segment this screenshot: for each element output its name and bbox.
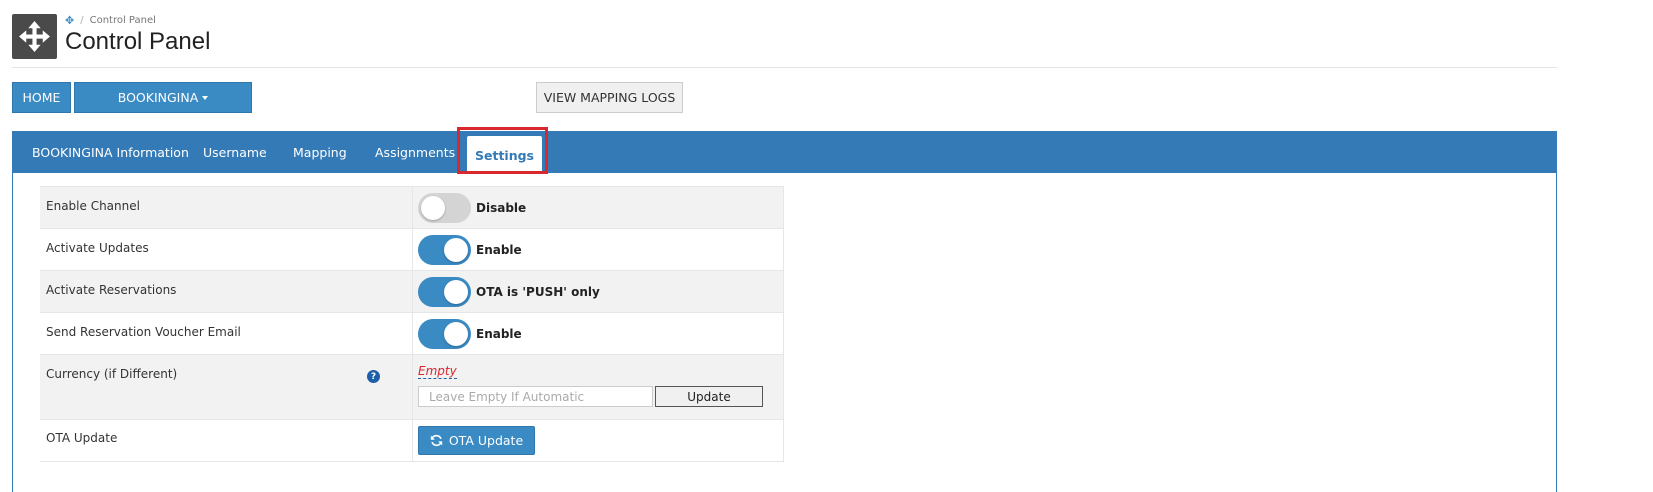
row-divider bbox=[412, 229, 413, 270]
channel-dropdown-label: BOOKINGINA bbox=[117, 90, 199, 105]
tab-settings[interactable]: Settings bbox=[467, 136, 542, 174]
move-arrows-small-icon[interactable]: ✥ bbox=[65, 14, 74, 27]
row-divider bbox=[412, 313, 413, 354]
toggle-knob bbox=[421, 196, 445, 220]
breadcrumb-current: Control Panel bbox=[89, 15, 156, 26]
tab-assignments-label: Assignments bbox=[375, 145, 456, 160]
toggle-knob bbox=[444, 322, 468, 346]
view-mapping-logs-button[interactable]: VIEW MAPPING LOGS bbox=[536, 82, 683, 113]
header-divider bbox=[12, 67, 1557, 68]
tab-settings-label: Settings bbox=[474, 147, 534, 163]
ota-update-label: OTA Update bbox=[448, 433, 524, 448]
move-arrows-icon bbox=[12, 14, 57, 59]
setting-row-currency: Currency (if Different) ? Empty Update bbox=[40, 354, 784, 419]
setting-row-send-voucher: Send Reservation Voucher Email Enable bbox=[40, 312, 784, 354]
currency-update-label: Update bbox=[687, 389, 731, 404]
toggle-knob bbox=[444, 238, 468, 262]
row-divider bbox=[412, 420, 413, 462]
tab-username[interactable]: Username bbox=[203, 132, 267, 173]
toggle-state-label: OTA is 'PUSH' only bbox=[476, 285, 600, 299]
row-divider bbox=[412, 187, 413, 228]
tab-mapping-label: Mapping bbox=[293, 145, 347, 160]
currency-update-button[interactable]: Update bbox=[655, 386, 763, 407]
setting-row-activate-updates: Activate Updates Enable bbox=[40, 228, 784, 270]
tab-mapping[interactable]: Mapping bbox=[293, 132, 347, 173]
setting-label: Currency (if Different) bbox=[46, 367, 178, 381]
setting-row-activate-reservations: Activate Reservations OTA is 'PUSH' only bbox=[40, 270, 784, 312]
row-divider bbox=[412, 355, 413, 419]
currency-input[interactable] bbox=[418, 386, 653, 407]
setting-label: Send Reservation Voucher Email bbox=[46, 325, 241, 339]
home-button[interactable]: HOME bbox=[12, 82, 71, 113]
ota-update-button[interactable]: OTA Update bbox=[418, 426, 535, 455]
caret-down-icon bbox=[202, 95, 209, 100]
tab-bar: BOOKINGINA Information Username Mapping … bbox=[13, 132, 1556, 174]
setting-label: Activate Updates bbox=[46, 241, 149, 255]
tab-username-label: Username bbox=[203, 145, 267, 160]
row-divider bbox=[412, 271, 413, 312]
refresh-icon bbox=[430, 434, 443, 447]
breadcrumb-separator: / bbox=[80, 15, 84, 26]
tab-information-label: BOOKINGINA Information bbox=[32, 145, 189, 160]
setting-label: Activate Reservations bbox=[46, 283, 177, 297]
setting-label: OTA Update bbox=[46, 431, 118, 445]
tab-information[interactable]: BOOKINGINA Information bbox=[32, 132, 189, 173]
toggle-state-label: Disable bbox=[476, 201, 527, 215]
setting-row-enable-channel: Enable Channel Disable bbox=[40, 186, 784, 228]
toggle-knob bbox=[444, 280, 468, 304]
activate-reservations-toggle[interactable] bbox=[418, 277, 471, 307]
currency-editable-link[interactable]: Empty bbox=[418, 364, 457, 379]
breadcrumb: ✥ / Control Panel bbox=[65, 14, 156, 27]
table-border-bottom bbox=[40, 461, 784, 462]
setting-label: Enable Channel bbox=[46, 199, 140, 213]
table-border bbox=[783, 186, 784, 462]
setting-row-ota-update: OTA Update OTA Update bbox=[40, 419, 784, 462]
enable-channel-toggle[interactable] bbox=[418, 193, 471, 223]
toggle-state-label: Enable bbox=[476, 327, 522, 341]
activate-updates-toggle[interactable] bbox=[418, 235, 471, 265]
page-title: Control Panel bbox=[65, 28, 211, 55]
toggle-state-label: Enable bbox=[476, 243, 522, 257]
channel-dropdown-button[interactable]: BOOKINGINA bbox=[74, 82, 252, 113]
view-mapping-logs-label: VIEW MAPPING LOGS bbox=[543, 90, 676, 105]
home-button-label: HOME bbox=[22, 90, 61, 105]
help-icon[interactable]: ? bbox=[367, 370, 380, 383]
send-voucher-toggle[interactable] bbox=[418, 319, 471, 349]
tab-assignments[interactable]: Assignments bbox=[375, 132, 455, 173]
